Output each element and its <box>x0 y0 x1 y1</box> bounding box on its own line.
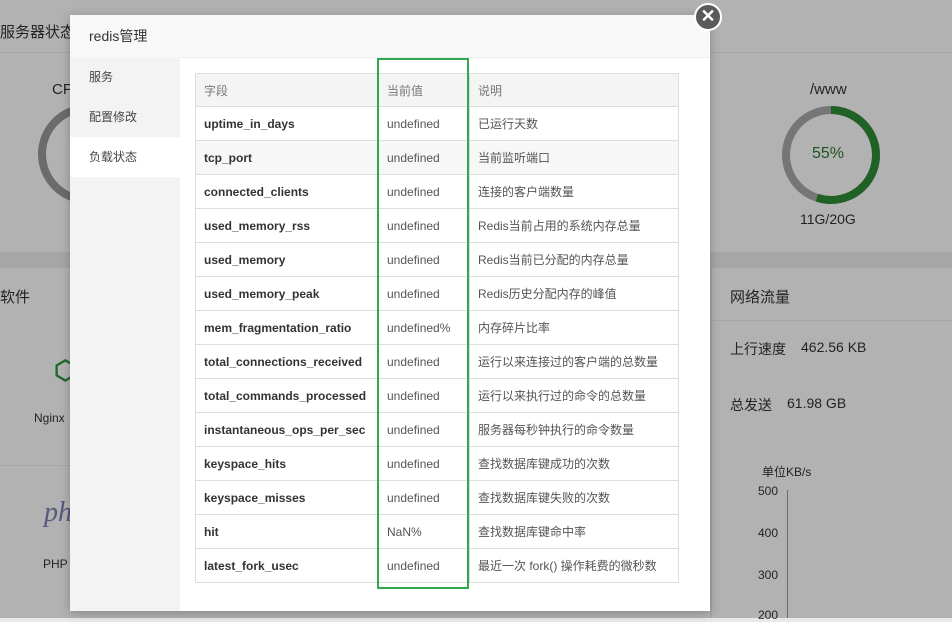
row-description: Redis历史分配内存的峰值 <box>469 276 679 311</box>
row-description: 连接的客户端数量 <box>469 174 679 209</box>
row-value: undefined <box>378 106 470 141</box>
row-field: hit <box>195 514 379 549</box>
dialog-title: redis管理 <box>70 15 710 58</box>
table-row: used_memory_peak undefined Redis历史分配内存的峰值 <box>195 276 679 311</box>
row-value: undefined <box>378 276 470 311</box>
table-row: total_commands_processed undefined 运行以来执行过… <box>195 378 679 413</box>
table-row: tcp_port undefined 当前监听端口 <box>195 140 679 175</box>
row-value: undefined <box>378 412 470 447</box>
row-field: used_memory_rss <box>195 208 379 243</box>
row-field: used_memory_peak <box>195 276 379 311</box>
table-row: instantaneous_ops_per_sec undefined 服务器每秒钟… <box>195 412 679 447</box>
row-field: uptime_in_days <box>195 106 379 141</box>
row-value: NaN% <box>378 514 470 549</box>
row-description: 运行以来执行过的命令的总数量 <box>469 378 679 413</box>
row-field: mem_fragmentation_ratio <box>195 310 379 345</box>
row-description: Redis当前已分配的内存总量 <box>469 242 679 277</box>
header-current-value: 当前值 <box>378 73 470 107</box>
row-value: undefined% <box>378 310 470 345</box>
header-field: 字段 <box>195 73 379 107</box>
table-row: keyspace_hits undefined 查找数据库键成功的次数 <box>195 446 679 481</box>
redis-status-table: 字段 当前值 说明 uptime_in_days undefined 已运行天数 tc… <box>195 73 679 583</box>
table-header-row: 字段 当前值 说明 <box>195 73 679 107</box>
row-field: total_connections_received <box>195 344 379 379</box>
row-value: undefined <box>378 480 470 515</box>
row-field: keyspace_misses <box>195 480 379 515</box>
table-row: used_memory undefined Redis当前已分配的内存总量 <box>195 242 679 277</box>
row-description: 服务器每秒钟执行的命令数量 <box>469 412 679 447</box>
table-row: latest_fork_usec undefined 最近一次 fork() 操作耗… <box>195 548 679 583</box>
row-description: 运行以来连接过的客户端的总数量 <box>469 344 679 379</box>
table-row: mem_fragmentation_ratio undefined% 内存碎片比率 <box>195 310 679 345</box>
row-description: 查找数据库键命中率 <box>469 514 679 549</box>
row-value: undefined <box>378 344 470 379</box>
row-value: undefined <box>378 378 470 413</box>
redis-manager-dialog: redis管理 服务 配置修改 负载状态 字段 当前值 说明 uptime_in… <box>70 15 710 611</box>
row-field: instantaneous_ops_per_sec <box>195 412 379 447</box>
row-description: Redis当前占用的系统内存总量 <box>469 208 679 243</box>
table-row: total_connections_received undefined 运行以来连… <box>195 344 679 379</box>
row-description: 已运行天数 <box>469 106 679 141</box>
table-body: uptime_in_days undefined 已运行天数 tcp_port unde… <box>195 106 679 583</box>
row-description: 当前监听端口 <box>469 140 679 175</box>
table-row: uptime_in_days undefined 已运行天数 <box>195 106 679 141</box>
close-icon[interactable]: ✕ <box>694 3 722 31</box>
row-value: undefined <box>378 174 470 209</box>
table-row: connected_clients undefined 连接的客户端数量 <box>195 174 679 209</box>
dialog-sidebar: 服务 配置修改 负载状态 <box>70 57 180 611</box>
row-value: undefined <box>378 140 470 175</box>
table-row: hit NaN% 查找数据库键命中率 <box>195 514 679 549</box>
row-field: latest_fork_usec <box>195 548 379 583</box>
row-description: 查找数据库键失败的次数 <box>469 480 679 515</box>
sidebar-item-service[interactable]: 服务 <box>70 57 180 97</box>
table-row: used_memory_rss undefined Redis当前占用的系统内存总量 <box>195 208 679 243</box>
row-value: undefined <box>378 446 470 481</box>
sidebar-item-load-status[interactable]: 负载状态 <box>70 137 180 177</box>
row-description: 内存碎片比率 <box>469 310 679 345</box>
header-description: 说明 <box>469 73 679 107</box>
row-field: tcp_port <box>195 140 379 175</box>
row-field: keyspace_hits <box>195 446 379 481</box>
load-status-content: 字段 当前值 说明 uptime_in_days undefined 已运行天数 tc… <box>195 73 679 583</box>
sidebar-item-config[interactable]: 配置修改 <box>70 97 180 137</box>
row-value: undefined <box>378 242 470 277</box>
row-description: 查找数据库键成功的次数 <box>469 446 679 481</box>
row-description: 最近一次 fork() 操作耗费的微秒数 <box>469 548 679 583</box>
row-field: connected_clients <box>195 174 379 209</box>
row-value: undefined <box>378 208 470 243</box>
row-value: undefined <box>378 548 470 583</box>
row-field: total_commands_processed <box>195 378 379 413</box>
row-field: used_memory <box>195 242 379 277</box>
table-row: keyspace_misses undefined 查找数据库键失败的次数 <box>195 480 679 515</box>
